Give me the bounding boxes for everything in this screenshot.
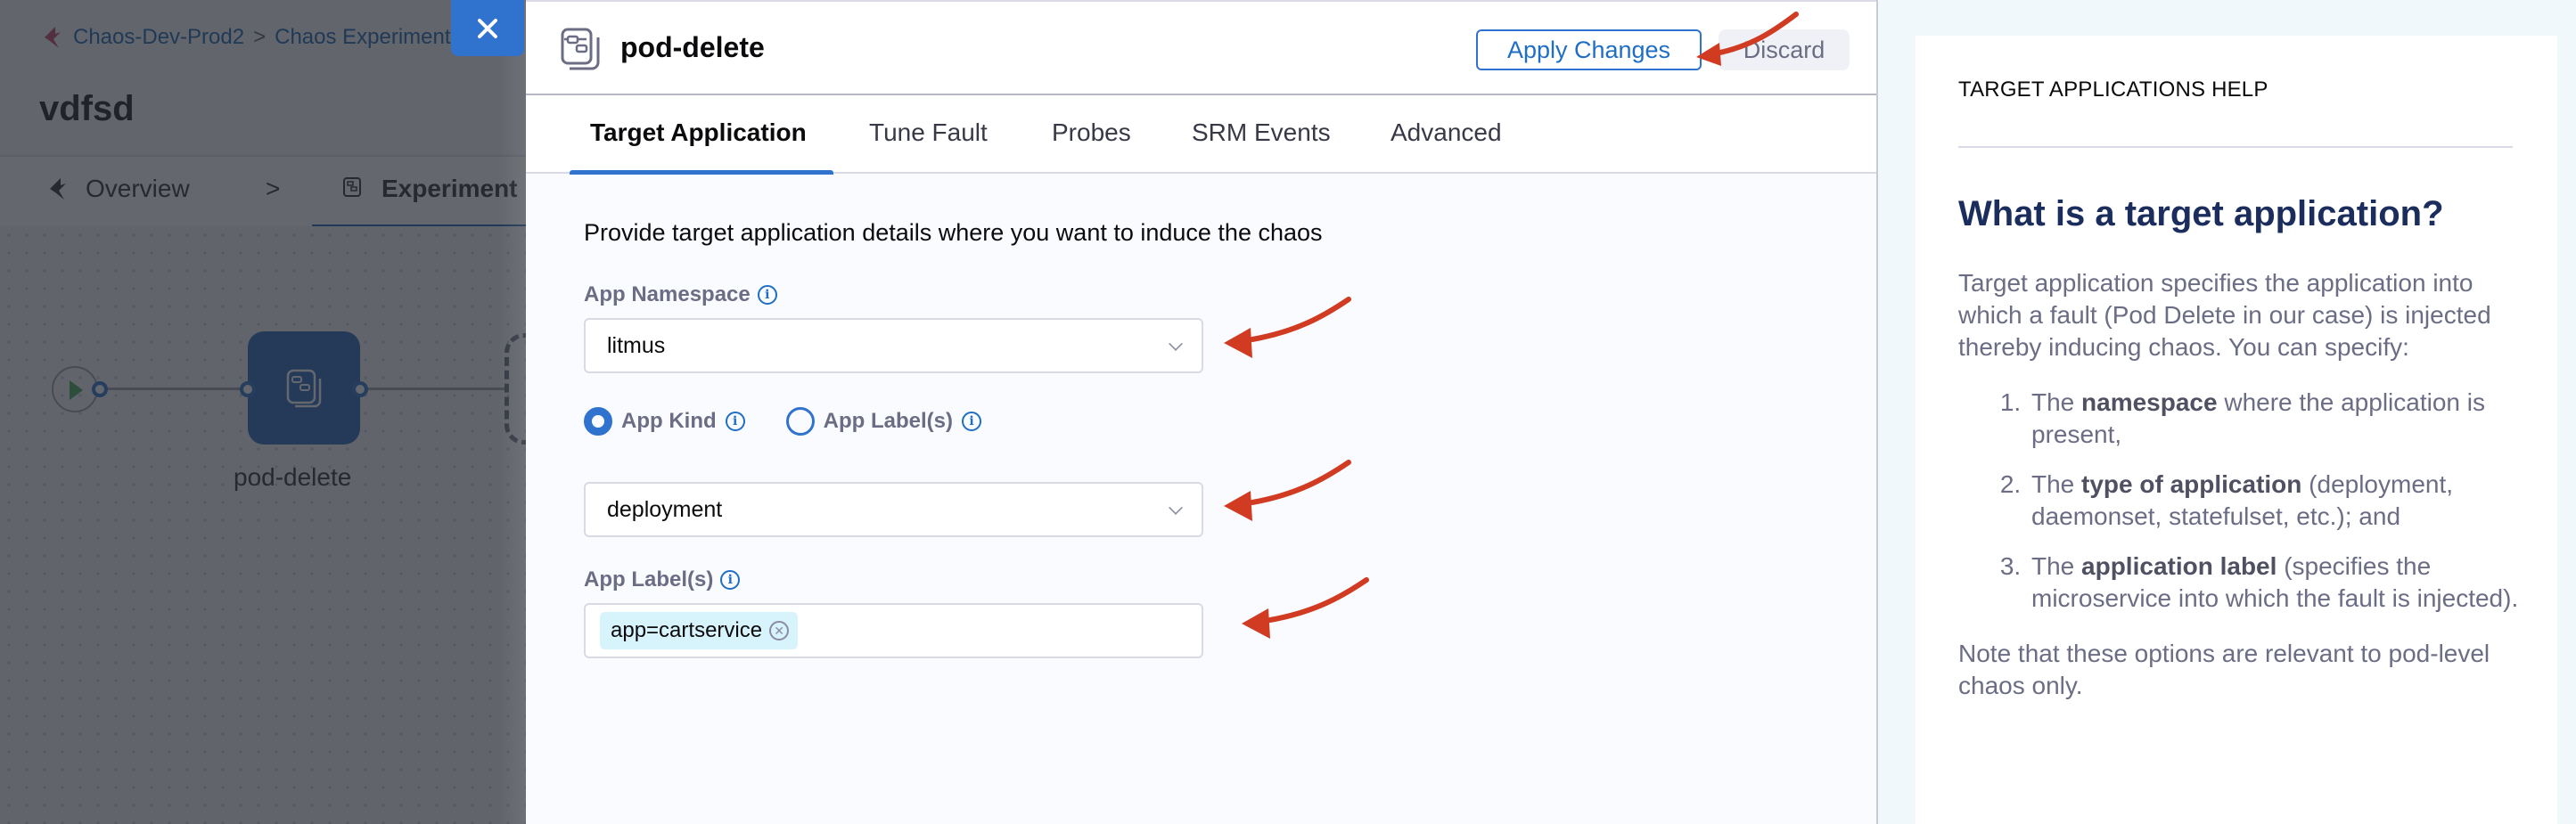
chevron-down-icon (1169, 501, 1183, 515)
fault-config-drawer: pod-delete Apply Changes Discard Target … (526, 0, 1878, 824)
close-icon (478, 18, 497, 38)
tab-advanced[interactable]: Advanced (1391, 118, 1502, 147)
active-tab-indicator (570, 170, 833, 175)
annotation-arrow-icon (1696, 12, 1799, 66)
background-app: Chaos-Dev-Prod2 > Chaos Experiments vdfs… (0, 0, 526, 824)
annotation-arrow-icon (1242, 577, 1369, 639)
close-drawer-button[interactable] (451, 0, 524, 56)
label-chip-text: app=cartservice (611, 618, 763, 642)
label-chip: app=cartservice ✕ (600, 612, 799, 649)
info-icon[interactable]: i (757, 285, 777, 305)
radio-app-labels-label[interactable]: App Label(s) (824, 409, 953, 434)
tab-probes[interactable]: Probes (1052, 118, 1131, 147)
chevron-down-icon (1169, 337, 1183, 351)
fault-icon (561, 28, 600, 70)
drawer-title: pod-delete (620, 31, 765, 63)
tab-srm-events[interactable]: SRM Events (1192, 118, 1331, 147)
namespace-label-text: App Namespace (584, 282, 751, 306)
drawer-tabs: Target Application Tune Fault Probes SRM… (526, 95, 1876, 175)
app-kind-select[interactable]: deployment (584, 482, 1203, 537)
help-list: The namespace where the application is p… (1958, 387, 2529, 615)
help-list-item: The application label (specifies the mic… (2028, 551, 2529, 615)
radio-app-kind[interactable] (584, 407, 612, 436)
info-icon[interactable]: i (961, 412, 981, 431)
tab-target-application[interactable]: Target Application (590, 118, 807, 147)
help-body: Target application specifies the applica… (1958, 267, 2529, 725)
drawer-header: pod-delete Apply Changes Discard (526, 0, 1876, 95)
radio-app-kind-label[interactable]: App Kind (621, 409, 717, 434)
help-kicker: TARGET APPLICATIONS HELP (1958, 78, 2268, 102)
help-panel: TARGET APPLICATIONS HELP What is a targe… (1878, 0, 2576, 824)
help-list-item: The namespace where the application is p… (2028, 387, 2529, 451)
app-kind-value: deployment (607, 496, 723, 522)
namespace-value: litmus (607, 332, 666, 358)
tab-tune-fault[interactable]: Tune Fault (869, 118, 988, 147)
backdrop-shadow (499, 0, 526, 824)
app-labels-label-text: App Label(s) (584, 567, 714, 591)
help-card: TARGET APPLICATIONS HELP What is a targe… (1916, 36, 2557, 824)
annotation-arrow-icon (1224, 297, 1351, 358)
help-note: Note that these options are relevant to … (1958, 640, 2490, 699)
info-icon[interactable]: i (720, 570, 741, 590)
help-list-item: The type of application (deployment, dae… (2028, 469, 2529, 533)
info-icon[interactable]: i (725, 412, 745, 431)
target-mode-radio-group: App Kind i App Label(s) i (584, 407, 981, 436)
annotation-arrow-icon (1224, 460, 1351, 521)
radio-app-labels[interactable] (785, 407, 815, 436)
namespace-label: App Namespace i (584, 282, 777, 307)
remove-chip-icon[interactable]: ✕ (769, 621, 790, 640)
form-intro: Provide target application details where… (584, 219, 1323, 246)
namespace-select[interactable]: litmus (584, 318, 1203, 373)
app-labels-label: App Label(s) i (584, 567, 741, 592)
help-intro: Target application specifies the applica… (1958, 269, 2491, 361)
help-heading: What is a target application? (1958, 194, 2444, 233)
help-divider (1958, 146, 2513, 148)
modal-backdrop[interactable] (0, 0, 526, 824)
apply-changes-button[interactable]: Apply Changes (1476, 29, 1702, 70)
app-labels-input[interactable]: app=cartservice ✕ (584, 603, 1203, 658)
